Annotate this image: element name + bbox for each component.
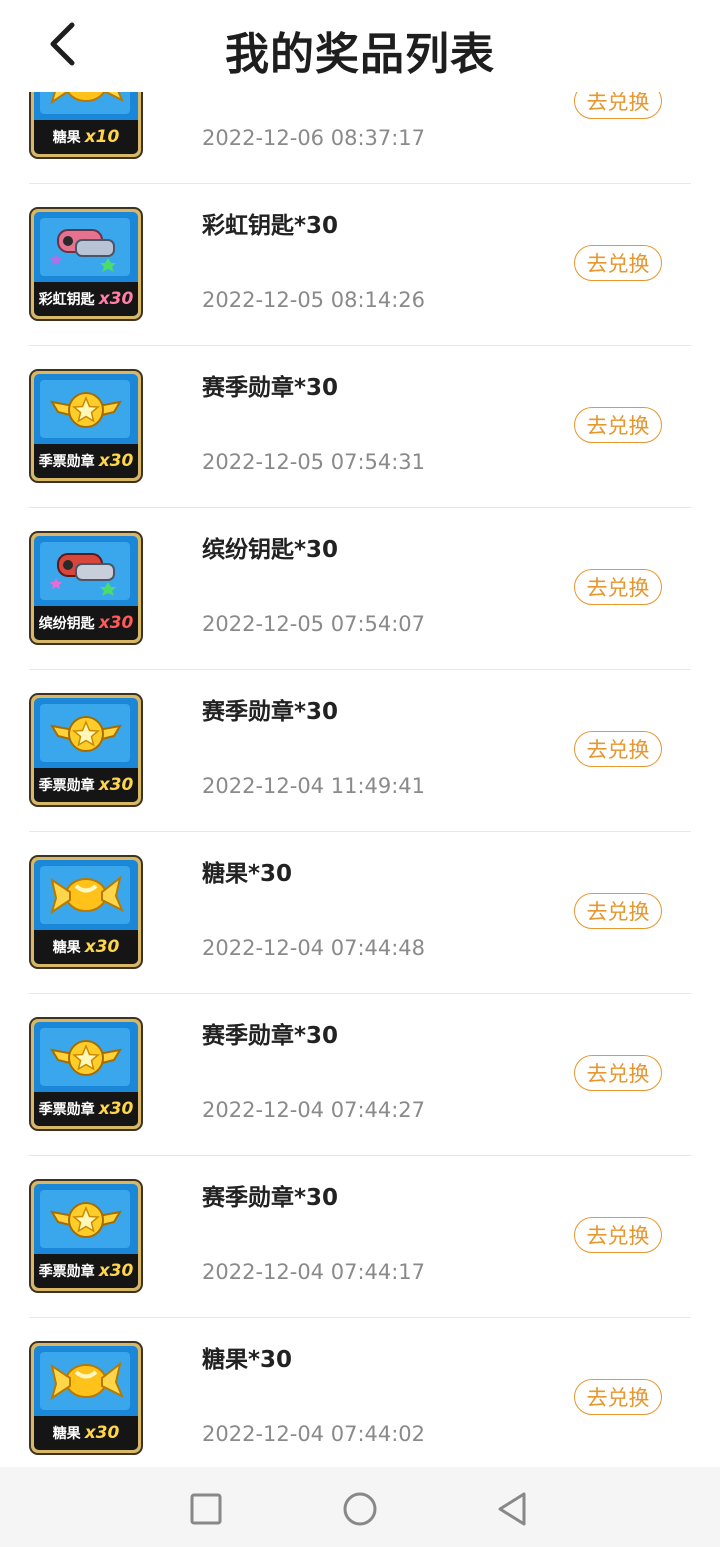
medal-icon bbox=[50, 1202, 122, 1238]
thumbnail-label: 季票勋章 bbox=[38, 454, 95, 470]
redeem-button[interactable]: 去兑换 bbox=[574, 1379, 662, 1415]
candy-icon bbox=[50, 875, 124, 915]
prize-row: 季票勋章 x30 赛季勋章*30 2022-12-04 07:44:27 去兑换 bbox=[0, 994, 720, 1156]
medal-thumbnail: 季票勋章 x30 bbox=[29, 693, 143, 807]
thumbnail-label: 糖果 bbox=[52, 940, 81, 956]
medal-thumbnail: 季票勋章 x30 bbox=[29, 1017, 143, 1131]
redeem-button[interactable]: 去兑换 bbox=[574, 1055, 662, 1091]
medal-icon bbox=[50, 716, 122, 752]
prize-row: 彩虹钥匙 x30 彩虹钥匙*30 2022-12-05 08:14:26 去兑换 bbox=[0, 184, 720, 346]
prize-name: 缤纷钥匙*30 bbox=[202, 537, 339, 563]
prize-row: 缤纷钥匙 x30 缤纷钥匙*30 2022-12-05 07:54:07 去兑换 bbox=[0, 508, 720, 670]
thumbnail-caption: 彩虹钥匙 x30 bbox=[34, 282, 138, 316]
redeem-button[interactable]: 去兑换 bbox=[574, 569, 662, 605]
prize-name: 赛季勋章*30 bbox=[202, 699, 339, 725]
colorful-key-icon bbox=[50, 553, 116, 596]
redeem-button[interactable]: 去兑换 bbox=[574, 245, 662, 281]
prize-timestamp: 2022-12-05 08:14:26 bbox=[202, 288, 426, 312]
prize-timestamp: 2022-12-04 11:49:41 bbox=[202, 774, 426, 798]
redeem-button[interactable]: 去兑换 bbox=[574, 731, 662, 767]
redeem-button[interactable]: 去兑换 bbox=[574, 893, 662, 929]
thumbnail-quantity: x30 bbox=[98, 775, 134, 795]
prize-timestamp: 2022-12-05 07:54:07 bbox=[202, 612, 426, 636]
prize-row: 糖果 x30 糖果*30 2022-12-04 07:44:02 去兑换 bbox=[0, 1318, 720, 1467]
prize-row: 糖果x10糖果*102022-12-06 08:37:17去兑换 bbox=[0, 92, 720, 184]
candy-thumbnail: 糖果 x10 bbox=[29, 92, 143, 159]
header: 我的奖品列表 bbox=[0, 0, 720, 92]
circle-icon[interactable] bbox=[340, 1489, 380, 1529]
prize-name: 彩虹钥匙*30 bbox=[202, 213, 339, 239]
thumbnail-quantity: x30 bbox=[84, 1423, 120, 1443]
medal-icon bbox=[50, 392, 122, 428]
thumbnail-label: 彩虹钥匙 bbox=[38, 292, 95, 308]
thumbnail-caption: 糖果 x30 bbox=[34, 1416, 138, 1450]
thumbnail-label: 糖果 bbox=[52, 130, 81, 146]
rainbow-key-thumbnail: 彩虹钥匙 x30 bbox=[29, 207, 143, 321]
prize-row: 季票勋章 x30 赛季勋章*30 2022-12-04 07:44:17 去兑换 bbox=[0, 1156, 720, 1318]
thumbnail-caption: 缤纷钥匙 x30 bbox=[34, 606, 138, 640]
thumbnail-quantity: x30 bbox=[98, 1261, 134, 1281]
prize-timestamp: 2022-12-04 07:44:27 bbox=[202, 1098, 426, 1122]
thumbnail-label: 季票勋章 bbox=[38, 1102, 95, 1118]
medal-thumbnail: 季票勋章 x30 bbox=[29, 369, 143, 483]
thumbnail-caption: 季票勋章 x30 bbox=[34, 768, 138, 802]
thumbnail-label: 糖果 bbox=[52, 1426, 81, 1442]
prize-name: 糖果*30 bbox=[202, 861, 293, 887]
thumbnail-quantity: x30 bbox=[98, 1099, 134, 1119]
redeem-button[interactable]: 去兑换 bbox=[574, 407, 662, 443]
prize-row: 季票勋章 x30 赛季勋章*30 2022-12-04 11:49:41 去兑换 bbox=[0, 670, 720, 832]
redeem-button[interactable]: 去兑换 bbox=[574, 92, 662, 119]
candy-icon bbox=[50, 1361, 124, 1401]
prize-name: 赛季勋章*30 bbox=[202, 1023, 339, 1049]
thumbnail-label: 季票勋章 bbox=[38, 1264, 95, 1280]
thumbnail-quantity: x30 bbox=[98, 289, 134, 309]
thumbnail-caption: 糖果 x10 bbox=[34, 120, 138, 154]
thumbnail-quantity: x30 bbox=[98, 451, 134, 471]
prize-row: 糖果 x30 糖果*30 2022-12-04 07:44:48 去兑换 bbox=[0, 832, 720, 994]
candy-thumbnail: 糖果 x30 bbox=[29, 855, 143, 969]
square-icon[interactable] bbox=[186, 1489, 226, 1529]
prize-list[interactable]: 糖果x10糖果*102022-12-06 08:37:17去兑换彩虹钥匙x30彩… bbox=[0, 92, 720, 1467]
medal-thumbnail: 季票勋章 x30 bbox=[29, 1179, 143, 1293]
candy-thumbnail: 糖果 x30 bbox=[29, 1341, 143, 1455]
candy-icon bbox=[50, 92, 124, 105]
prize-name: 赛季勋章*30 bbox=[202, 1185, 339, 1211]
thumbnail-quantity: x30 bbox=[98, 613, 134, 633]
prize-timestamp: 2022-12-05 07:54:31 bbox=[202, 450, 426, 474]
prize-name: 赛季勋章*30 bbox=[202, 375, 339, 401]
thumbnail-label: 缤纷钥匙 bbox=[38, 616, 95, 632]
rainbow-key-icon bbox=[50, 229, 116, 272]
thumbnail-caption: 糖果 x30 bbox=[34, 930, 138, 964]
thumbnail-quantity: x10 bbox=[84, 127, 120, 147]
prize-timestamp: 2022-12-04 07:44:17 bbox=[202, 1260, 426, 1284]
thumbnail-caption: 季票勋章 x30 bbox=[34, 1092, 138, 1126]
prize-timestamp: 2022-12-04 07:44:48 bbox=[202, 936, 426, 960]
redeem-button[interactable]: 去兑换 bbox=[574, 1217, 662, 1253]
page-title: 我的奖品列表 bbox=[225, 29, 495, 80]
system-nav-bar bbox=[0, 1467, 720, 1547]
thumbnail-caption: 季票勋章 x30 bbox=[34, 444, 138, 478]
prize-name: 糖果*30 bbox=[202, 1347, 293, 1373]
prize-timestamp: 2022-12-06 08:37:17 bbox=[202, 126, 426, 150]
medal-icon bbox=[50, 1040, 122, 1076]
thumbnail-label: 季票勋章 bbox=[38, 778, 95, 794]
thumbnail-quantity: x30 bbox=[84, 937, 120, 957]
prize-timestamp: 2022-12-04 07:44:02 bbox=[202, 1422, 426, 1446]
triangle-back-icon[interactable] bbox=[492, 1489, 532, 1529]
prize-row: 季票勋章 x30 赛季勋章*30 2022-12-05 07:54:31 去兑换 bbox=[0, 346, 720, 508]
colorful-key-thumbnail: 缤纷钥匙 x30 bbox=[29, 531, 143, 645]
thumbnail-caption: 季票勋章 x30 bbox=[34, 1254, 138, 1288]
